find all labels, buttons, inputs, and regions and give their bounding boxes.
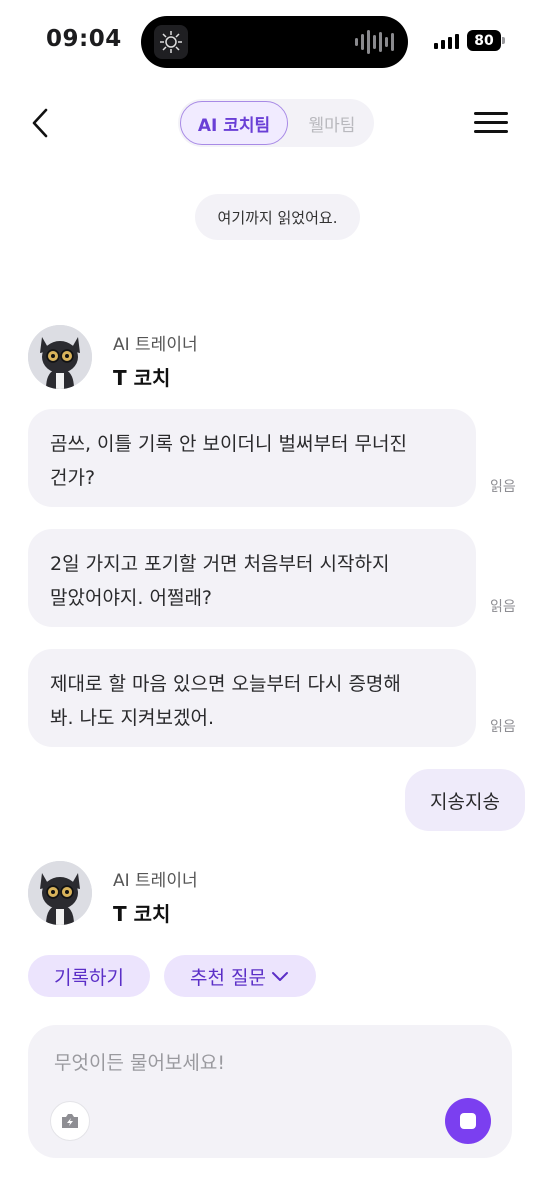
message-line: 제대로 할 마음 있으면 오늘부터 다시 증명해: [50, 673, 401, 695]
battery-icon: 80: [467, 30, 501, 51]
record-button[interactable]: 기록하기: [28, 955, 150, 997]
stop-icon: [460, 1113, 476, 1129]
read-status: 읽음: [490, 479, 516, 495]
user-message: 지송지송: [405, 769, 525, 831]
tab-wellma-team[interactable]: 웰마팀: [296, 101, 368, 145]
coach-message: 곰쓰, 이틀 기록 안 보이더니 벌써부터 무너진 건가?: [28, 409, 476, 507]
now-playing-app-icon: [154, 25, 188, 59]
message-line: 곰쓰, 이틀 기록 안 보이더니 벌써부터 무너진: [50, 433, 407, 455]
audio-wave-icon: [355, 29, 394, 55]
tab-ai-coach-team[interactable]: AI 코치팀: [180, 101, 288, 145]
message-line: 건가?: [50, 467, 96, 489]
read-status: 읽음: [490, 599, 516, 615]
coach-message: 2일 가지고 포기할 거면 처음부터 시작하지 말았어야지. 어쩔래?: [28, 529, 476, 627]
suggested-questions-label: 추천 질문: [190, 966, 266, 989]
message-line: 2일 가지고 포기할 거면 처음부터 시작하지: [50, 553, 390, 575]
status-time: 09:04: [46, 26, 122, 52]
team-tabs: AI 코치팀 웰마팀: [178, 99, 374, 147]
back-button[interactable]: [26, 104, 56, 142]
read-marker: 여기까지 읽었어요.: [195, 194, 360, 240]
coach-role: AI 트레이너: [113, 871, 198, 891]
message-line: 봐. 나도 지켜보겠어.: [50, 707, 214, 729]
message-input[interactable]: [54, 1047, 474, 1079]
coach-message: 제대로 할 마음 있으면 오늘부터 다시 증명해 봐. 나도 지켜보겠어.: [28, 649, 476, 747]
suggested-questions-button[interactable]: 추천 질문: [164, 955, 316, 997]
coach-avatar[interactable]: [28, 861, 92, 925]
message-composer: [28, 1025, 512, 1158]
message-line: 말았어야지. 어쩔래?: [50, 587, 213, 609]
battery-nub: [502, 37, 505, 44]
coach-avatar[interactable]: [28, 325, 92, 389]
camera-button[interactable]: [50, 1101, 90, 1141]
stop-button[interactable]: [445, 1098, 491, 1144]
coach-role: AI 트레이너: [113, 335, 198, 355]
back-arrow-icon: [32, 108, 48, 138]
cellular-signal-icon: [434, 33, 459, 49]
dynamic-island: [141, 16, 408, 68]
camera-icon: [62, 1114, 78, 1128]
menu-button[interactable]: [474, 111, 510, 135]
read-status: 읽음: [490, 719, 516, 735]
coach-name: T 코치: [113, 366, 171, 390]
chevron-down-icon: [271, 972, 288, 981]
coach-name: T 코치: [113, 902, 171, 926]
